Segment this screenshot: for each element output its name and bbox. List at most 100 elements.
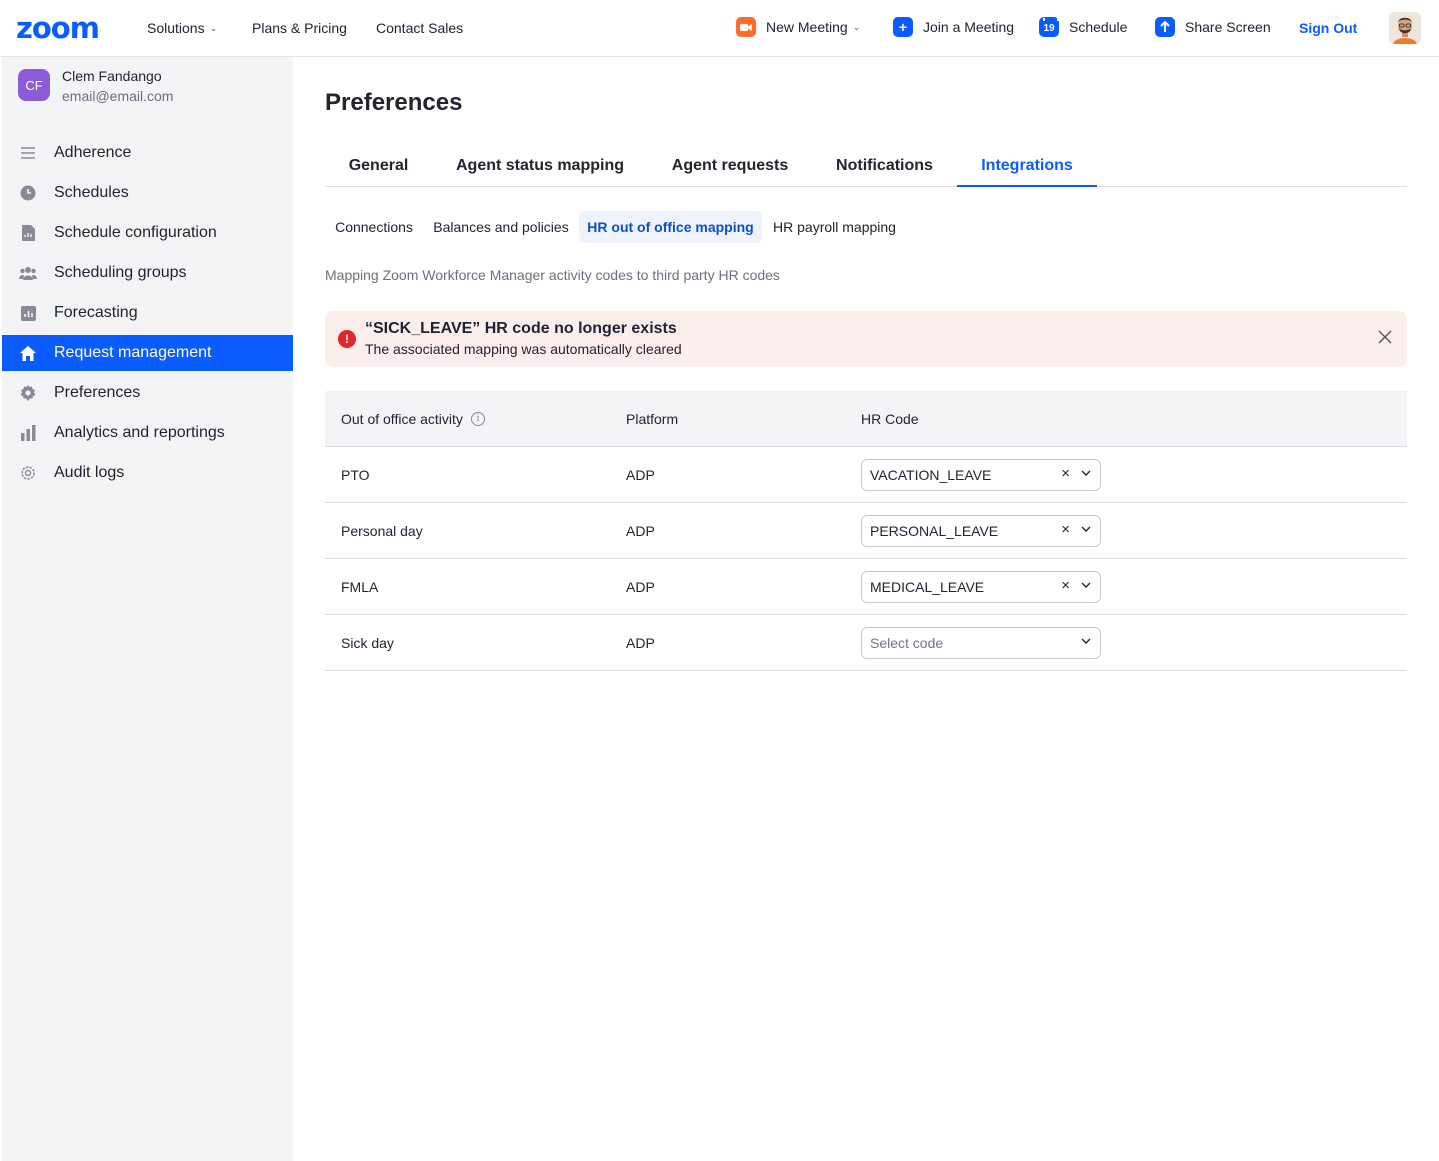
alert-message: The associated mapping was automatically… <box>365 341 682 357</box>
alert-title: “SICK_LEAVE” HR code no longer exists <box>365 320 677 337</box>
tab-agent-status-mapping[interactable]: Agent status mapping <box>432 149 648 187</box>
sidebar-item-preferences[interactable]: Preferences <box>2 375 293 411</box>
new-meeting-button[interactable]: New Meeting ⌄ <box>736 17 860 37</box>
sidebar-item-adherence[interactable]: Adherence <box>2 135 293 171</box>
share-screen-button[interactable]: Share Screen <box>1155 17 1271 37</box>
select-value: VACATION_LEAVE <box>870 467 992 483</box>
chart-box-icon <box>19 304 37 322</box>
sidebar-item-label: Request management <box>54 344 212 361</box>
clear-icon[interactable]: × <box>1061 521 1070 538</box>
activity-cell: FMLA <box>341 579 379 595</box>
subtab-hr-payroll-mapping[interactable]: HR payroll mapping <box>766 211 903 243</box>
error-alert: ! “SICK_LEAVE” HR code no longer exists … <box>325 311 1407 367</box>
tab-notifications[interactable]: Notifications <box>812 149 957 187</box>
solutions-label: Solutions <box>147 20 205 36</box>
activity-cell: Personal day <box>341 523 423 539</box>
sidebar: CF Clem Fandango email@email.com Adheren… <box>2 57 293 1161</box>
user-profile[interactable]: CF Clem Fandango email@email.com <box>18 67 173 105</box>
user-email: email@email.com <box>62 88 174 104</box>
page-description: Mapping Zoom Workforce Manager activity … <box>325 267 780 283</box>
column-header-activity: Out of office activity i <box>341 411 485 427</box>
schedule-button[interactable]: 19 Schedule <box>1039 17 1127 37</box>
sidebar-item-label: Analytics and reportings <box>54 424 225 441</box>
hr-code-select[interactable]: Select code <box>861 627 1101 659</box>
sidebar-item-forecasting[interactable]: Forecasting <box>2 295 293 331</box>
sidebar-item-scheduling-groups[interactable]: Scheduling groups <box>2 255 293 291</box>
tab-general[interactable]: General <box>325 149 432 187</box>
select-value: MEDICAL_LEAVE <box>870 579 985 595</box>
plans-pricing-link[interactable]: Plans & Pricing <box>252 19 347 37</box>
solutions-menu[interactable]: Solutions ⌄ <box>147 19 217 37</box>
sidebar-item-schedules[interactable]: Schedules <box>2 175 293 211</box>
table-header: Out of office activity i Platform HR Cod… <box>325 391 1407 447</box>
column-header-hr-code: HR Code <box>861 411 919 427</box>
close-icon[interactable] <box>1375 328 1395 348</box>
sidebar-item-label: Schedules <box>54 184 129 201</box>
mapping-table: Out of office activity i Platform HR Cod… <box>325 391 1407 671</box>
hr-code-select[interactable]: PERSONAL_LEAVE × <box>861 515 1101 547</box>
arrow-up-icon <box>1155 17 1175 37</box>
top-navigation: zoom Solutions ⌄ Plans & Pricing Contact… <box>0 0 1439 57</box>
table-row: Sick day ADP Select code <box>325 615 1407 671</box>
activity-cell: PTO <box>341 467 370 483</box>
hr-code-select[interactable]: VACATION_LEAVE × <box>861 459 1101 491</box>
user-info: Clem Fandango email@email.com <box>62 67 173 105</box>
hr-code-select[interactable]: MEDICAL_LEAVE × <box>861 571 1101 603</box>
chevron-down-icon: ⌄ <box>852 22 861 32</box>
video-camera-icon <box>736 17 756 37</box>
zoom-logo[interactable]: zoom <box>16 14 100 43</box>
select-value: PERSONAL_LEAVE <box>870 523 999 539</box>
bar-chart-icon <box>19 424 37 442</box>
sidebar-item-audit-logs[interactable]: Audit logs <box>2 455 293 491</box>
join-meeting-button[interactable]: + Join a Meeting <box>893 17 1014 37</box>
new-meeting-label: New Meeting <box>766 19 848 35</box>
table-row: Personal day ADP PERSONAL_LEAVE × <box>325 503 1407 559</box>
sidebar-item-label: Scheduling groups <box>54 264 187 281</box>
calendar-icon: 19 <box>1039 17 1059 37</box>
page-title: Preferences <box>325 89 463 116</box>
error-icon: ! <box>338 330 356 348</box>
sidebar-item-schedule-configuration[interactable]: Schedule configuration <box>2 215 293 251</box>
contact-sales-link[interactable]: Contact Sales <box>376 19 463 37</box>
sidebar-item-request-management[interactable]: Request management <box>2 335 293 371</box>
plus-icon: + <box>893 17 913 37</box>
column-header-label: Out of office activity <box>341 411 463 427</box>
subtab-balances-policies[interactable]: Balances and policies <box>425 211 577 243</box>
schedule-label: Schedule <box>1069 19 1128 35</box>
clear-icon[interactable]: × <box>1061 577 1070 594</box>
sidebar-menu: Adherence Schedules Schedule configurati… <box>2 135 293 495</box>
activity-cell: Sick day <box>341 635 394 651</box>
platform-cell: ADP <box>626 635 655 651</box>
info-icon[interactable]: i <box>470 412 485 426</box>
user-avatar[interactable] <box>1389 12 1421 44</box>
sidebar-item-label: Schedule configuration <box>54 224 217 241</box>
sidebar-item-label: Preferences <box>54 384 141 401</box>
preferences-tabs: General Agent status mapping Agent reque… <box>325 149 1407 187</box>
subtab-hr-out-of-office-mapping[interactable]: HR out of office mapping <box>579 211 762 243</box>
table-row: FMLA ADP MEDICAL_LEAVE × <box>325 559 1407 615</box>
chevron-down-icon: ⌄ <box>209 23 218 33</box>
join-meeting-label: Join a Meeting <box>923 19 1015 35</box>
table-row: PTO ADP VACATION_LEAVE × <box>325 447 1407 503</box>
clear-icon[interactable]: × <box>1061 465 1070 482</box>
select-placeholder: Select code <box>870 635 944 651</box>
subtab-connections[interactable]: Connections <box>325 211 423 243</box>
chevron-down-icon <box>1081 526 1091 532</box>
home-icon <box>19 344 37 362</box>
gear-icon <box>19 384 37 402</box>
sidebar-item-label: Adherence <box>54 144 132 161</box>
sign-out-link[interactable]: Sign Out <box>1299 20 1357 36</box>
share-screen-label: Share Screen <box>1185 19 1271 35</box>
user-initials-avatar: CF <box>18 69 50 101</box>
sidebar-item-analytics[interactable]: Analytics and reportings <box>2 415 293 451</box>
platform-cell: ADP <box>626 467 655 483</box>
gear-outline-icon <box>19 464 37 482</box>
tab-integrations[interactable]: Integrations <box>957 149 1097 187</box>
chevron-down-icon <box>1081 470 1091 476</box>
document-icon <box>19 224 37 242</box>
people-icon <box>19 264 37 282</box>
chevron-down-icon <box>1081 582 1091 588</box>
tab-agent-requests[interactable]: Agent requests <box>648 149 812 187</box>
chevron-down-icon <box>1081 638 1091 644</box>
sidebar-item-label: Audit logs <box>54 464 125 481</box>
